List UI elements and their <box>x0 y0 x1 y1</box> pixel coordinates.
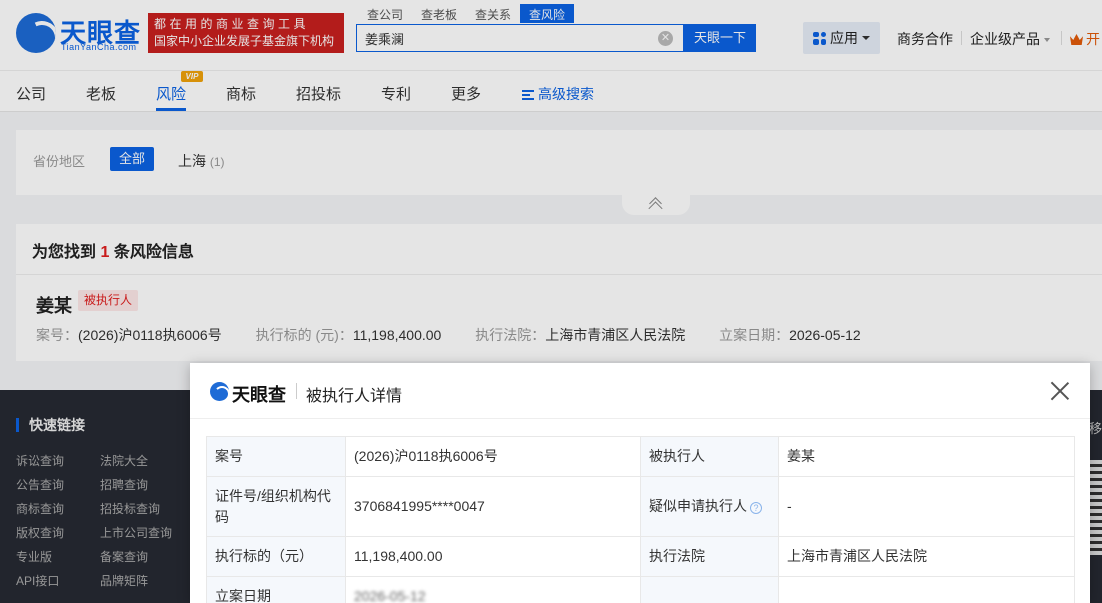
field-label: 疑似申请执行人? <box>640 476 779 537</box>
close-icon[interactable] <box>1050 381 1070 401</box>
table-row: 证件号/组织机构代码 3706841995****0047 疑似申请执行人? - <box>206 476 1075 537</box>
field-value: 姜某 <box>778 436 1075 477</box>
field-label-text: 疑似申请执行人 <box>649 498 747 514</box>
table-row: 执行标的（元） 11,198,400.00 执行法院 上海市青浦区人民法院 <box>206 536 1075 577</box>
field-label: 执行标的（元） <box>206 536 346 577</box>
field-value: 11,198,400.00 <box>345 536 641 577</box>
help-icon[interactable]: ? <box>750 502 762 514</box>
modal-title: 被执行人详情 <box>306 388 403 405</box>
field-value: 3706841995****0047 <box>345 476 641 537</box>
field-label: 案号 <box>206 436 346 477</box>
header-divider <box>296 383 297 399</box>
table-row: 立案日期 2026-05-12 <box>206 576 1075 603</box>
field-value: (2026)沪0118执6006号 <box>345 436 641 477</box>
field-label: 执行法院 <box>640 536 779 577</box>
field-label: 被执行人 <box>640 436 779 477</box>
field-value <box>778 576 1075 603</box>
detail-modal: 天眼查 被执行人详情 案号 (2026)沪0118执6006号 被执行人 姜某 … <box>190 363 1090 603</box>
field-value: 上海市青浦区人民法院 <box>778 536 1075 577</box>
field-value-text: 2026-05-12 <box>354 588 426 603</box>
field-label <box>640 576 779 603</box>
table-row: 案号 (2026)沪0118执6006号 被执行人 姜某 <box>206 436 1075 477</box>
detail-table: 案号 (2026)沪0118执6006号 被执行人 姜某 证件号/组织机构代码 … <box>206 436 1075 603</box>
modal-logo-text: 天眼查 <box>232 385 286 406</box>
logo-mark-icon <box>210 382 230 402</box>
field-label: 立案日期 <box>206 576 346 603</box>
field-value: - <box>778 476 1075 537</box>
modal-header: 天眼查 被执行人详情 <box>190 363 1090 419</box>
field-value: 2026-05-12 <box>345 576 641 603</box>
field-label: 证件号/组织机构代码 <box>206 476 346 537</box>
